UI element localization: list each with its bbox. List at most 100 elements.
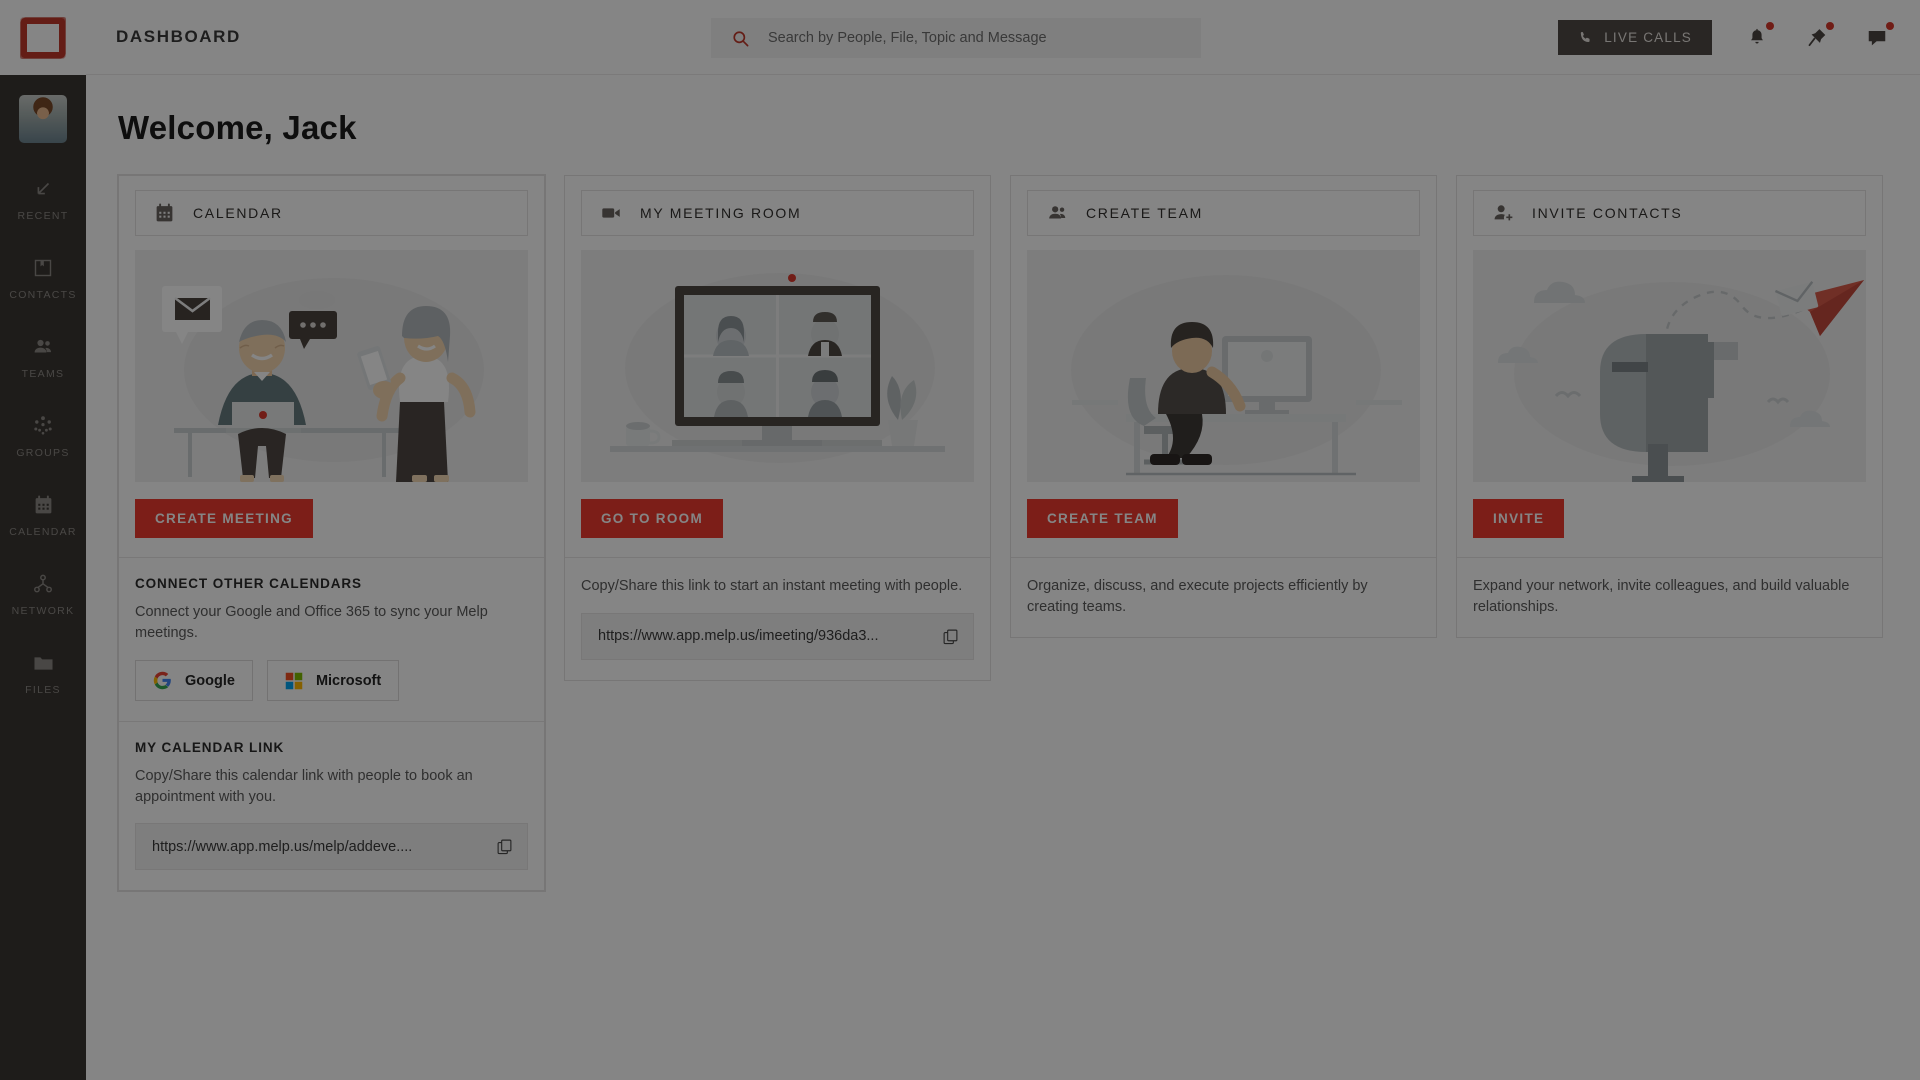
microsoft-label: Microsoft [315,672,382,689]
dashboard-cards: CALENDAR CREATE MEETING CONNECT OTHER CA… [118,175,1920,892]
search-icon [731,29,750,48]
invite-contacts-desc: Expand your network, invite colleagues, … [1473,578,1850,615]
page-title: DASHBOARD [116,27,241,46]
search-input[interactable] [768,30,1181,46]
contact-card-icon [31,256,55,280]
user-plus-icon [1492,202,1514,224]
create-meeting-button[interactable]: CREATE MEETING [135,499,313,538]
sidebar-label-files: FILES [25,684,61,696]
invite-contacts-card-header: INVITE CONTACTS [1473,190,1866,236]
calendar-cta-wrap: CREATE MEETING [135,482,528,557]
sidebar-item-groups[interactable]: GROUPS [0,414,86,459]
invite-contacts-illustration [1473,250,1866,482]
sidebar-label-teams: TEAMS [21,368,65,380]
invite-button[interactable]: INVITE [1473,499,1565,538]
main-content: Welcome, Jack CALENDAR CREATE MEETING CO… [86,75,1920,1080]
folder-icon [31,651,55,675]
avatar-container [0,75,86,143]
live-calls-button[interactable]: LIVE CALLS [1558,20,1712,55]
chat-icon [1866,27,1888,49]
group-dots-icon [31,414,55,438]
bell-icon [1747,27,1767,49]
calendar-link-title: MY CALENDAR LINK [135,740,285,756]
meeting-room-link-value: https://www.app.melp.us/imeeting/936da3.… [598,628,879,645]
meeting-room-card: MY MEETING ROOM GO TO ROOM Copy/Share th… [564,175,991,681]
calendar-illustration [135,250,528,482]
pin-icon [1807,27,1828,48]
sidebar-item-contacts[interactable]: CONTACTS [0,256,86,301]
sidebar-item-files[interactable]: FILES [0,651,86,696]
notifications-badge [1766,21,1774,30]
welcome-heading: Welcome, Jack [118,109,357,146]
search-bar[interactable] [711,18,1201,58]
sidebar-item-recent[interactable]: RECENT [0,177,86,222]
calendar-icon [31,493,55,517]
invite-contacts-card: INVITE CONTACTS INVITE Expand your netwo… [1456,175,1883,639]
meeting-room-desc: Copy/Share this link to start an instant… [581,578,963,594]
my-calendar-link-section: MY CALENDAR LINK Copy/Share this calenda… [119,722,544,890]
sidebar-label-calendar: CALENDAR [9,526,77,538]
notifications-button[interactable] [1742,21,1774,53]
connect-calendars-desc: Connect your Google and Office 365 to sy… [135,604,488,641]
calendar-card: CALENDAR CREATE MEETING CONNECT OTHER CA… [118,175,545,892]
messages-button[interactable] [1862,21,1894,53]
dashboard-page: RECENT CONTACTS TEAMS GROUPS CALENDAR NE… [0,0,1920,1080]
sidebar-label-contacts: CONTACTS [9,289,77,301]
arrow-down-left-icon [31,177,55,201]
live-calls-label: LIVE CALLS [1604,30,1692,45]
create-team-card-title: CREATE TEAM [1086,205,1203,221]
network-icon [31,572,55,596]
calendar-link-box[interactable]: https://www.app.melp.us/melp/addeve.... [135,823,528,871]
connect-google-button[interactable]: Google [135,660,253,702]
calendar-card-title: CALENDAR [193,205,283,221]
copy-icon[interactable] [942,628,959,645]
invite-contacts-cta-wrap: INVITE [1473,482,1866,557]
melp-logo[interactable] [0,0,86,75]
top-bar: DASHBOARD LIVE CALLS [86,0,1920,75]
people-icon [31,335,55,359]
meeting-room-card-title: MY MEETING ROOM [640,205,802,221]
meeting-room-link-section: Copy/Share this link to start an instant… [565,558,990,680]
calendar-link-value: https://www.app.melp.us/melp/addeve.... [152,838,413,855]
connect-microsoft-button[interactable]: Microsoft [266,660,400,702]
oauth-buttons: Google Microsoft [135,660,528,702]
meeting-room-illustration [581,250,974,482]
create-team-cta-wrap: CREATE TEAM [1027,482,1420,557]
create-team-desc-section: Organize, discuss, and execute projects … [1011,558,1436,637]
invite-contacts-desc-section: Expand your network, invite colleagues, … [1457,558,1882,637]
create-team-button[interactable]: CREATE TEAM [1027,499,1178,538]
calendar-link-desc: Copy/Share this calendar link with peopl… [135,768,473,805]
sidebar-item-teams[interactable]: TEAMS [0,335,86,380]
sidebar-label-network: NETWORK [11,605,75,617]
sidebar: RECENT CONTACTS TEAMS GROUPS CALENDAR NE… [0,0,86,1080]
google-icon [153,671,172,690]
google-label: Google [185,672,235,689]
connect-calendars-title: CONNECT OTHER CALENDARS [135,576,362,591]
create-team-card: CREATE TEAM CREATE TEAM Organize, discus… [1010,175,1437,639]
create-team-illustration [1027,250,1420,482]
sidebar-item-calendar[interactable]: CALENDAR [0,493,86,538]
create-team-desc: Organize, discuss, and execute projects … [1027,578,1368,615]
calendar-card-header: CALENDAR [135,190,528,236]
calendar-icon [154,202,175,224]
invite-contacts-card-title: INVITE CONTACTS [1532,205,1683,221]
meeting-room-cta-wrap: GO TO ROOM [581,482,974,557]
pinned-button[interactable] [1802,21,1834,53]
go-to-room-button[interactable]: GO TO ROOM [581,499,724,538]
phone-icon [1578,30,1593,45]
topbar-actions: LIVE CALLS [1558,0,1894,75]
connect-calendars-section: CONNECT OTHER CALENDARS Connect your Goo… [119,558,544,721]
create-team-card-header: CREATE TEAM [1027,190,1420,236]
meeting-room-link-box[interactable]: https://www.app.melp.us/imeeting/936da3.… [581,612,974,660]
video-camera-icon [600,202,622,224]
user-avatar[interactable] [19,95,67,143]
copy-icon[interactable] [496,838,513,855]
pinned-badge [1826,21,1834,30]
sidebar-label-recent: RECENT [17,210,69,222]
microsoft-icon [285,672,303,690]
messages-badge [1886,21,1894,30]
sidebar-label-groups: GROUPS [16,447,70,459]
sidebar-item-network[interactable]: NETWORK [0,572,86,617]
meeting-room-card-header: MY MEETING ROOM [581,190,974,236]
team-icon [1046,202,1068,224]
